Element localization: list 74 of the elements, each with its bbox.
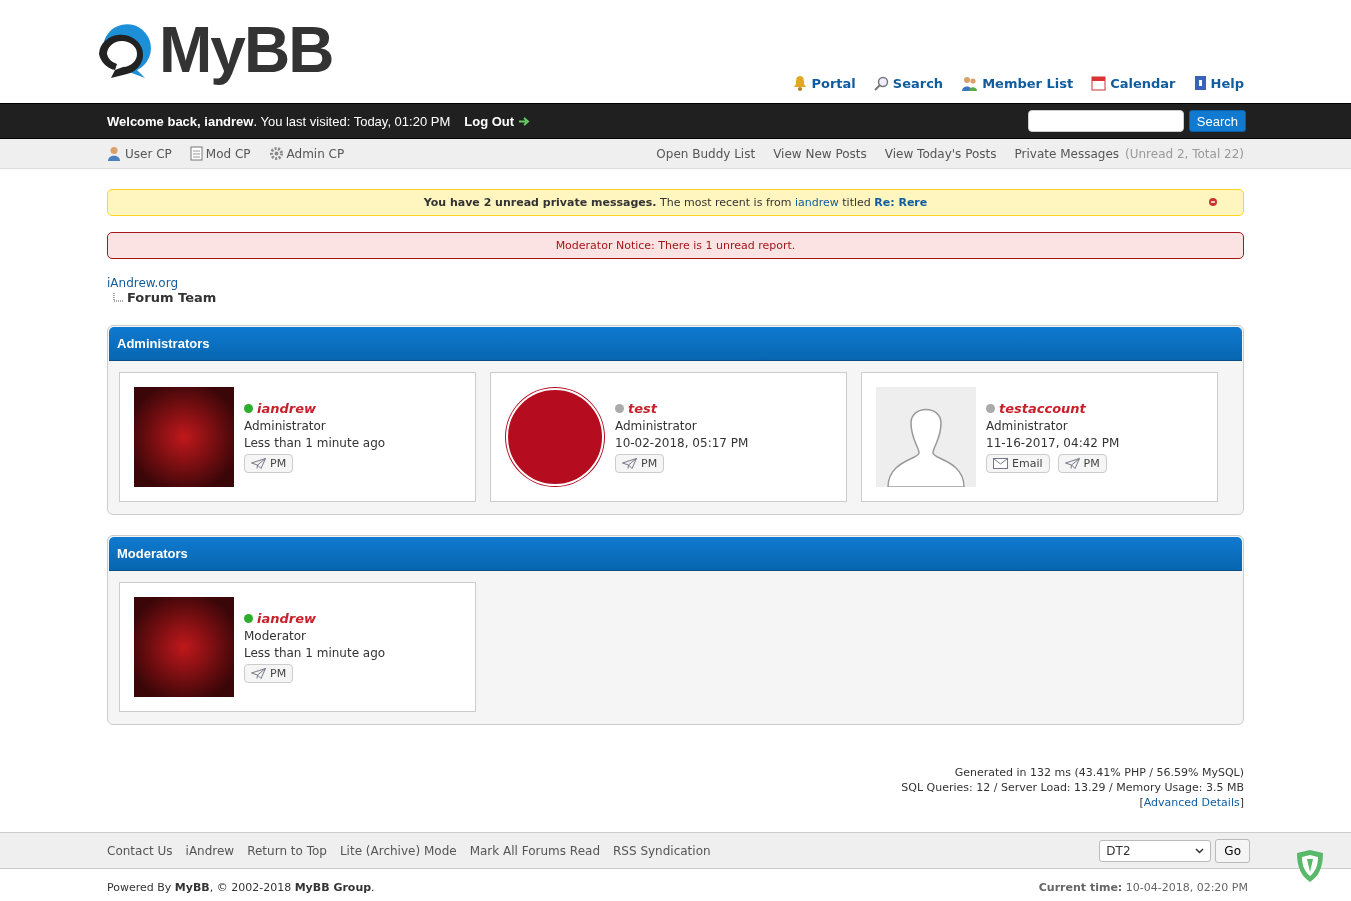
gear-icon (268, 146, 284, 161)
menu-link[interactable]: View Today's Posts (884, 146, 997, 161)
arrow-icon (519, 116, 531, 126)
username-link[interactable]: iandrew (257, 611, 317, 626)
paper-plane-icon (251, 458, 266, 469)
footer-link[interactable]: RSS Syndication (613, 843, 711, 858)
tree-line-icon (113, 292, 125, 303)
advanced-details-link[interactable]: Advanced Details (1143, 796, 1240, 809)
last-visit: Less than 1 minute ago (244, 646, 386, 660)
current-time: Current time: 10-04-2018, 02:20 PM (1038, 881, 1248, 894)
footer-link[interactable]: Lite (Archive) Mode (339, 843, 457, 858)
contact-button[interactable]: PM (244, 664, 294, 683)
debug-info: SQL Queries: 12 / Server Load: 13.29 / Memory Usage: 3.5 MB (900, 780, 1244, 795)
people-icon (961, 75, 979, 91)
user-role: Administrator (244, 419, 327, 433)
notepad-icon (189, 146, 203, 161)
debug-info: Generated in 132 ms (43.41% PHP / 56.59% MySQL) (953, 765, 1244, 780)
copyright-text: Powered By MyBB, © 2002-2018 MyBB Group. (107, 881, 375, 894)
nav-link[interactable]: Help (1193, 75, 1244, 91)
group-title: Administrators (109, 327, 1242, 361)
user-role: Moderator (244, 629, 307, 643)
footer-link[interactable]: iAndrew (185, 843, 235, 858)
bell-icon (793, 75, 808, 91)
footer-link[interactable]: Contact Us (107, 843, 173, 858)
contact-button[interactable]: Email (986, 454, 1050, 473)
caret-icon (1195, 847, 1205, 854)
contact-button[interactable]: PM (1057, 454, 1107, 473)
nav-link[interactable]: Portal (793, 75, 856, 91)
nav-link[interactable]: Search (873, 75, 944, 91)
last-visit: Less than 1 minute ago (244, 436, 386, 450)
group-title: Moderators (109, 537, 1242, 571)
footer-link[interactable]: Mark All Forums Read (469, 843, 600, 858)
panel-link[interactable]: Mod CP (189, 146, 251, 161)
envelope-icon (993, 458, 1008, 469)
username-link[interactable]: testaccount (999, 401, 1086, 416)
dismiss-icon[interactable] (1209, 198, 1217, 206)
menu-link[interactable]: Open Buddy List (656, 146, 756, 161)
search-icon (873, 75, 889, 91)
username-link[interactable]: iandrew (257, 401, 317, 416)
paper-plane-icon (1064, 458, 1080, 469)
panel-link[interactable]: Admin CP (268, 146, 345, 161)
message-link[interactable]: Re: Rere (874, 196, 928, 209)
welcome-text: Welcome back, iandrew. You last visited: Today, 01:20 PM (107, 113, 451, 129)
user-role: Administrator (986, 419, 1069, 433)
default-avatar-icon (876, 387, 976, 487)
paper-plane-icon (251, 668, 266, 679)
contact-button[interactable]: PM (244, 454, 294, 473)
user-icon (107, 146, 122, 161)
help-book-icon (1193, 75, 1207, 91)
contact-button[interactable]: PM (615, 454, 665, 473)
private-messages-link[interactable]: Private Messages (Unread 2, Total 22) (1014, 146, 1244, 161)
breadcrumb-link[interactable]: iAndrew.org (107, 276, 179, 290)
go-button[interactable]: Go (1215, 838, 1250, 863)
last-visit: 11-16-2017, 04:42 PM (986, 436, 1120, 450)
nav-link[interactable]: Calendar (1091, 75, 1176, 91)
debug-details: [Advanced Details] (1138, 795, 1244, 810)
shield-icon[interactable] (1295, 849, 1325, 883)
nav-link[interactable]: Member List (961, 75, 1074, 91)
theme-select[interactable]: DT2 (1099, 839, 1212, 862)
logout-link[interactable]: Log Out (464, 113, 531, 129)
moderator-notice[interactable]: Moderator Notice: There is 1 unread report. (107, 232, 1244, 259)
calendar-icon (1091, 75, 1107, 91)
user-role: Administrator (615, 419, 698, 433)
last-visit: 10-02-2018, 05:17 PM (615, 436, 749, 450)
user-link[interactable]: iandrew (795, 196, 839, 209)
username-link[interactable]: test (628, 401, 657, 416)
menu-link[interactable]: View New Posts (773, 146, 867, 161)
pm-notice-text: You have 2 unread private messages. The most recent is from iandrew titled Re: Rere (423, 196, 928, 209)
paper-plane-icon (622, 458, 637, 469)
panel-link[interactable]: User CP (107, 146, 172, 161)
search-button[interactable]: Search (1188, 110, 1246, 132)
breadcrumb-current: Forum Team (127, 290, 217, 305)
footer-link[interactable]: Return to Top (247, 843, 327, 858)
search-field[interactable] (1027, 110, 1184, 132)
